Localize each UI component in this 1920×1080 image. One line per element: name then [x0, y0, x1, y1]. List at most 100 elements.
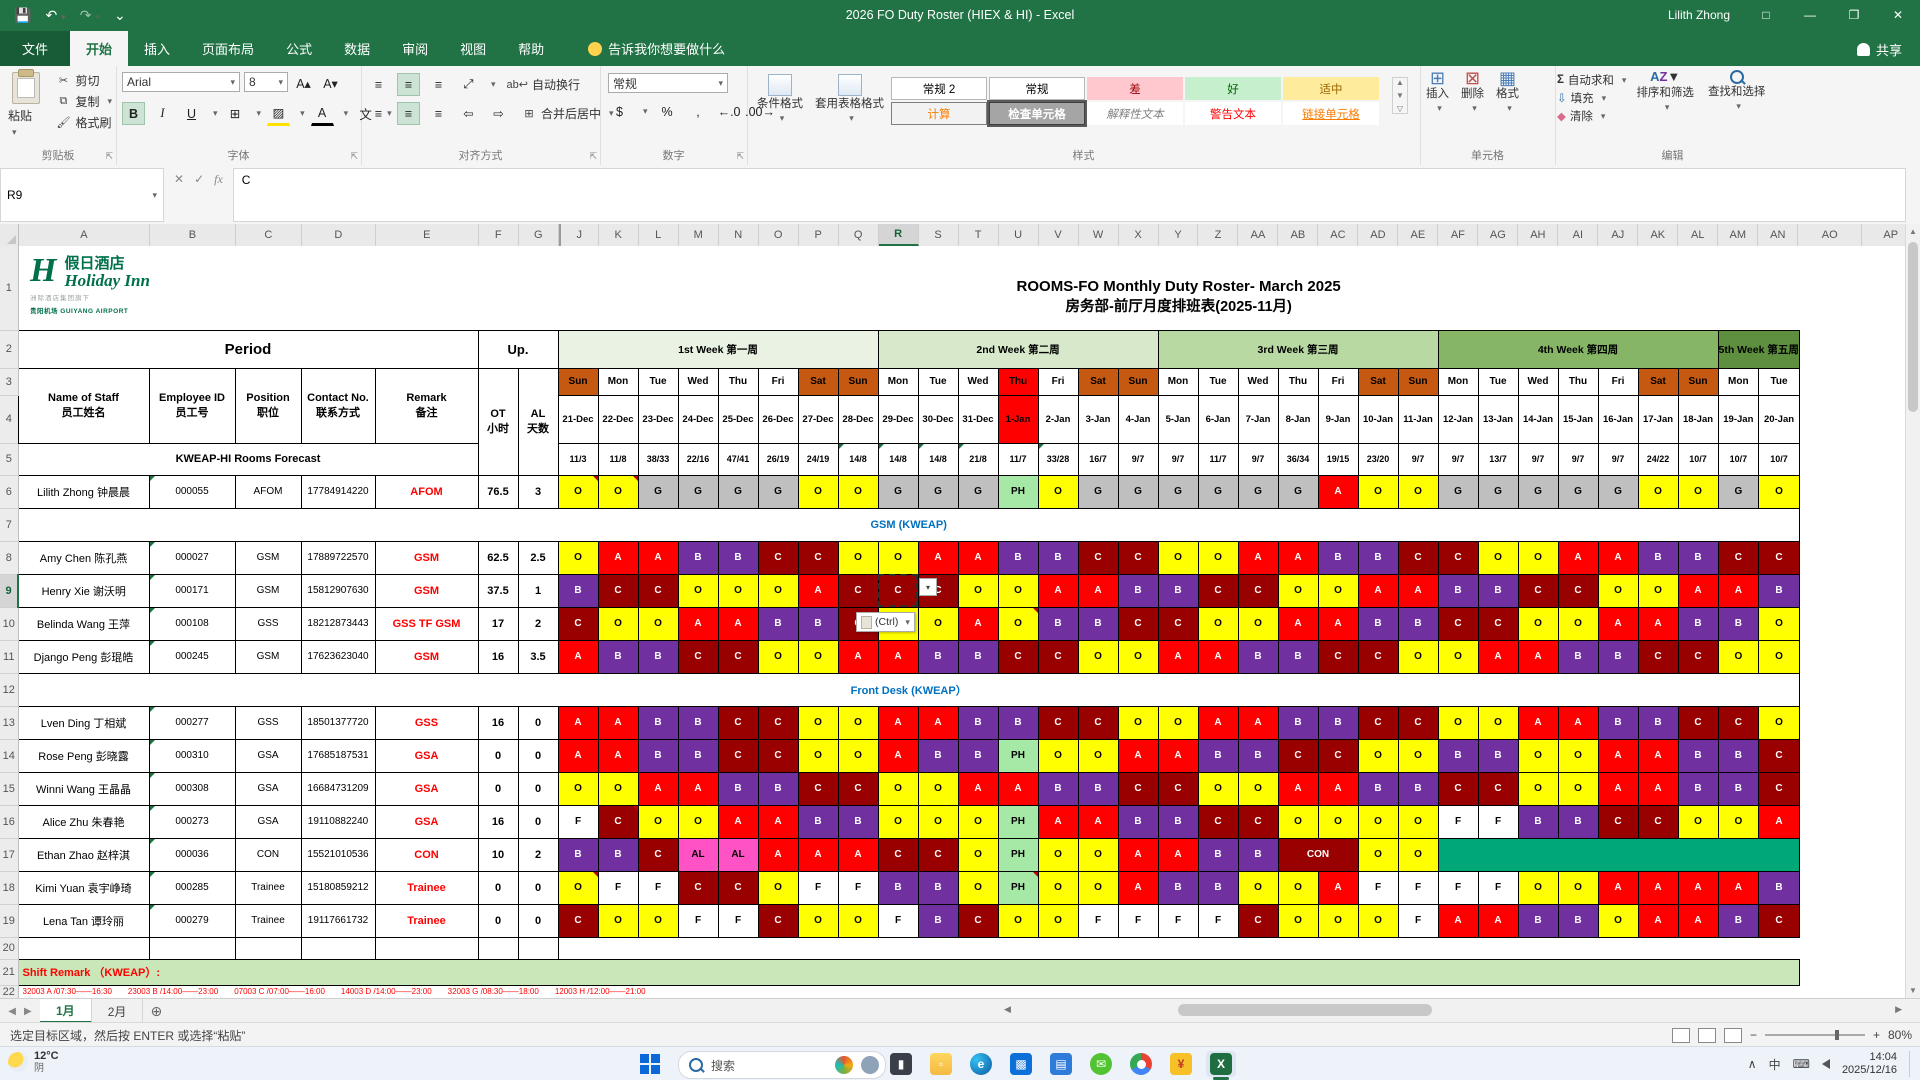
- column-header-B[interactable]: B: [150, 224, 236, 246]
- date-27-Dec[interactable]: 27-Dec: [797, 394, 839, 444]
- forecast-17-Jan[interactable]: 24/22: [1637, 442, 1679, 476]
- shift-cell[interactable]: C: [717, 639, 759, 674]
- shift-cell[interactable]: O: [637, 804, 679, 839]
- date-31-Dec[interactable]: 31-Dec: [957, 394, 999, 444]
- shift-cell[interactable]: A: [597, 738, 639, 773]
- staff-ot[interactable]: 37.5: [477, 573, 519, 608]
- shift-cell[interactable]: C: [1597, 804, 1639, 839]
- excel-taskbar-icon[interactable]: X: [1206, 1051, 1236, 1080]
- shift-cell[interactable]: A: [877, 738, 919, 773]
- row-header-22[interactable]: 22: [0, 985, 19, 998]
- shift-cell[interactable]: B: [1117, 573, 1159, 608]
- shift-cell[interactable]: C: [717, 870, 759, 905]
- staff-name[interactable]: Belinda Wang 王萍: [17, 606, 150, 641]
- cell-style-好[interactable]: 好: [1185, 77, 1281, 100]
- date-30-Dec[interactable]: 30-Dec: [917, 394, 959, 444]
- shift-cell[interactable]: G: [717, 474, 759, 509]
- shift-cell[interactable]: C: [1477, 771, 1519, 806]
- shift-cell[interactable]: O: [757, 870, 799, 905]
- redo-icon[interactable]: ↷ ▾: [80, 7, 100, 24]
- shift-cell[interactable]: A: [1637, 738, 1679, 773]
- shift-cell[interactable]: B: [677, 540, 719, 575]
- shift-cell[interactable]: O: [1517, 540, 1559, 575]
- insert-cells-button[interactable]: ⊞ 插入 ▾: [1420, 66, 1455, 118]
- shift-cell[interactable]: A: [1197, 705, 1239, 740]
- column-header-AC[interactable]: AC: [1318, 224, 1359, 246]
- taskbar-clock[interactable]: 14:04 2025/12/16: [1842, 1051, 1897, 1077]
- store-icon[interactable]: ▩: [1006, 1051, 1036, 1077]
- shift-cell[interactable]: A: [797, 573, 839, 608]
- staff-name[interactable]: Ethan Zhao 赵梓淇: [17, 837, 150, 872]
- shift-cell[interactable]: O: [837, 540, 879, 575]
- vertical-scrollbar[interactable]: ▲ ▼: [1905, 224, 1920, 998]
- shift-cell[interactable]: O: [757, 573, 799, 608]
- shift-cell[interactable]: A: [1397, 573, 1439, 608]
- shift-cell[interactable]: O: [717, 573, 759, 608]
- format-painter-button[interactable]: 🖌 格式刷: [51, 112, 116, 133]
- shift-cell[interactable]: B: [1157, 573, 1199, 608]
- shift-cell[interactable]: G: [1277, 474, 1319, 509]
- shift-cell[interactable]: A: [717, 606, 759, 641]
- shift-cell[interactable]: C: [717, 705, 759, 740]
- ribbon-tab-页面布局[interactable]: 页面布局: [186, 31, 270, 66]
- row-header-9[interactable]: 9: [0, 574, 19, 608]
- shift-cell[interactable]: A: [957, 540, 999, 575]
- shift-cell[interactable]: CON: [1277, 837, 1359, 872]
- row-header-11[interactable]: 11: [0, 640, 19, 674]
- shift-cell[interactable]: B: [1157, 870, 1199, 905]
- shift-cell[interactable]: O: [957, 573, 999, 608]
- italic-icon[interactable]: I: [151, 102, 174, 125]
- empty-cell[interactable]: [17, 936, 150, 960]
- shift-cell[interactable]: B: [797, 804, 839, 839]
- shift-cell[interactable]: B: [677, 705, 719, 740]
- shift-cell[interactable]: AL: [677, 837, 719, 872]
- accounting-format-icon[interactable]: $: [608, 100, 631, 123]
- shift-cell[interactable]: O: [1477, 540, 1519, 575]
- column-header-AN[interactable]: AN: [1758, 224, 1799, 246]
- empty-cell[interactable]: [148, 936, 236, 960]
- shift-cell[interactable]: F: [677, 903, 719, 938]
- staff-contact[interactable]: 17623623040: [300, 639, 376, 674]
- signed-in-user[interactable]: Lilith Zhong: [1668, 8, 1730, 22]
- font-name-combo[interactable]: Arial ▾: [122, 72, 240, 92]
- date-21-Dec[interactable]: 21-Dec: [557, 394, 599, 444]
- fill-color-icon[interactable]: ▨: [267, 101, 291, 126]
- empty-cell[interactable]: [517, 936, 559, 960]
- column-header-AJ[interactable]: AJ: [1598, 224, 1639, 246]
- shift-cell[interactable]: B: [1758, 573, 1800, 608]
- staff-ot[interactable]: 16: [477, 804, 519, 839]
- shift-cell[interactable]: O: [917, 804, 959, 839]
- shift-cell[interactable]: C: [1237, 804, 1279, 839]
- shift-cell[interactable]: O: [1317, 804, 1359, 839]
- docs-app-icon[interactable]: ▤: [1046, 1051, 1076, 1077]
- shift-cell[interactable]: A: [1717, 573, 1760, 608]
- wrap-text-button[interactable]: ab↩ 自动换行: [503, 74, 584, 95]
- shift-cell[interactable]: O: [1157, 540, 1199, 575]
- shift-cell[interactable]: B: [1397, 606, 1439, 641]
- shift-cell[interactable]: G: [1477, 474, 1519, 509]
- shift-cell[interactable]: C: [1117, 540, 1159, 575]
- shift-cell[interactable]: O: [877, 540, 919, 575]
- row-header-10[interactable]: 10: [0, 607, 19, 641]
- shift-cell[interactable]: G: [677, 474, 719, 509]
- orientation-icon[interactable]: ⤢: [457, 73, 480, 96]
- shift-cell[interactable]: B: [1597, 705, 1639, 740]
- shift-cell[interactable]: B: [997, 705, 1039, 740]
- staff-contact[interactable]: 17889722570: [300, 540, 376, 575]
- shift-cell[interactable]: PH: [997, 870, 1039, 905]
- shift-cell[interactable]: PH: [997, 738, 1039, 773]
- shift-cell[interactable]: A: [1117, 738, 1159, 773]
- staff-al[interactable]: 0: [517, 738, 559, 773]
- date-6-Jan[interactable]: 6-Jan: [1197, 394, 1239, 444]
- shift-cell[interactable]: B: [1317, 705, 1359, 740]
- shift-cell[interactable]: C: [1677, 705, 1719, 740]
- staff-name[interactable]: Amy Chen 陈孔燕: [17, 540, 150, 575]
- shift-cell[interactable]: A: [1317, 474, 1359, 509]
- shift-cell[interactable]: O: [877, 771, 919, 806]
- shift-cell[interactable]: A: [1077, 573, 1119, 608]
- forecast-18-Jan[interactable]: 10/7: [1677, 442, 1719, 476]
- staff-remark[interactable]: GSA: [374, 771, 479, 806]
- new-sheet-icon[interactable]: ⊕: [143, 999, 169, 1023]
- staff-remark[interactable]: AFOM: [374, 474, 479, 509]
- shift-cell[interactable]: F: [797, 870, 839, 905]
